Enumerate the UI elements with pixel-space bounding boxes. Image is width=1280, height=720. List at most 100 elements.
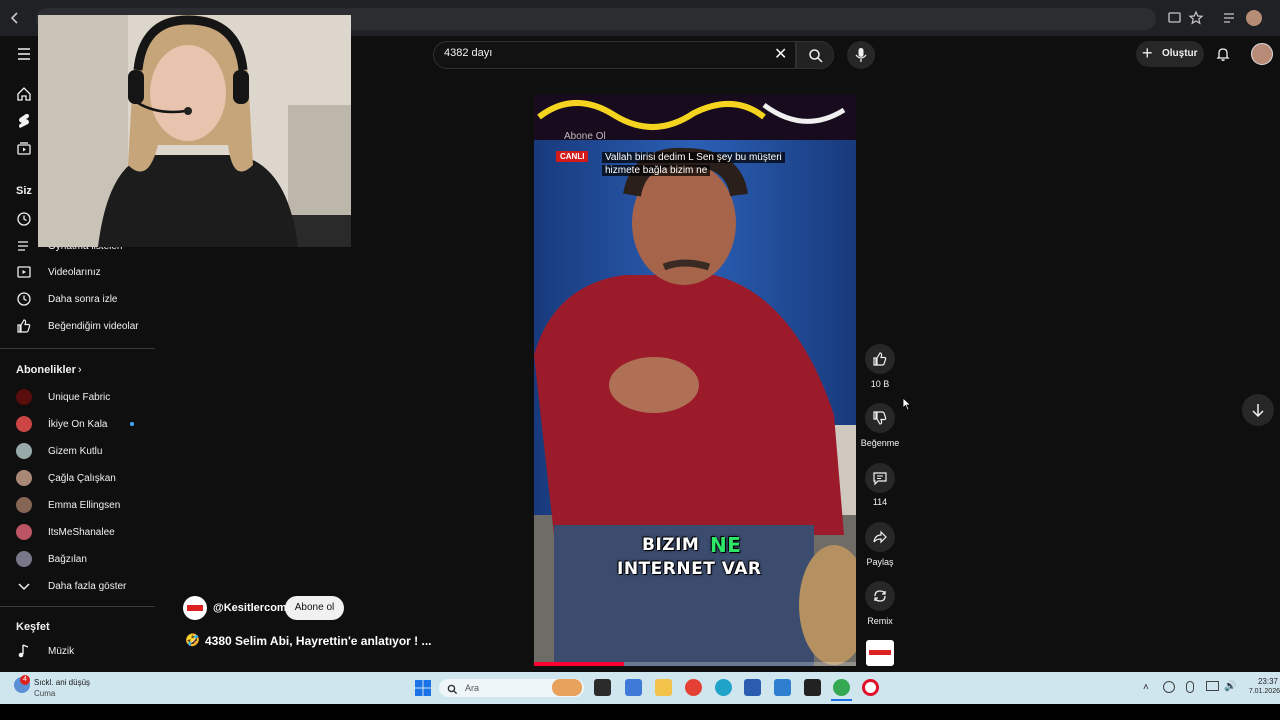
sidebar-item-watch-later[interactable]: Daha sonra izle [48,294,117,305]
active-app-indicator [831,699,852,701]
search-icon [447,682,458,700]
weather-badge: 4 [20,675,30,685]
avatar-emma-ellingsen [16,497,32,513]
chrome-icon[interactable] [685,679,702,696]
subscription-item[interactable]: ItsMeShanalee [48,527,115,538]
show-more-button[interactable]: Daha fazla göster [48,581,126,592]
comments-button[interactable] [865,463,895,493]
subscriptions-section-title[interactable]: Abonelikler [16,364,76,376]
live-tag: CANLI [556,151,589,162]
avatar-unique-fabric [16,389,32,405]
profile-avatar[interactable] [1246,10,1262,26]
volume-icon[interactable]: 🔊 [1224,681,1236,692]
video-title[interactable]: 4380 Selim Abi, Hayrettin'e anlatıyor ! … [205,634,432,648]
title-emoji: 🤣 [185,633,200,647]
music-icon[interactable] [16,643,32,664]
bookmark-star-icon[interactable] [1188,10,1204,26]
share-label: Paylaş [866,557,894,567]
weather-subtitle: Cuma [34,689,56,698]
comment-count: 114 [872,497,888,507]
close-icon[interactable]: ✕ [774,44,787,64]
microphone-tray-icon[interactable] [1186,681,1194,693]
store-icon[interactable] [744,679,761,696]
avatar-cagla-caliskan [16,470,32,486]
channel-name[interactable]: @Kesitlercom [213,602,287,614]
search-icon [809,49,823,63]
windows-start-icon[interactable] [415,680,431,701]
chevron-right-icon[interactable]: › [78,364,82,376]
opera-icon[interactable] [862,679,879,696]
dislike-button[interactable] [865,403,895,433]
weather-title[interactable]: Sıckl. ani düşüş [34,678,90,687]
search-query[interactable]: 4382 dayı [444,47,492,59]
history-icon[interactable] [16,211,32,232]
back-arrow-icon[interactable] [6,10,22,26]
remix-label: Remix [867,616,893,626]
avatar-bagzilan [16,551,32,567]
taskbar-search-placeholder: Ara [465,683,480,693]
subscription-item[interactable]: Bağzılan [48,554,87,565]
account-avatar[interactable] [1251,43,1273,65]
chrome-active-icon[interactable] [833,679,850,696]
subtitle-line-2: hizmete bağla bizim ne [602,165,711,176]
remix-button[interactable] [865,581,895,611]
progress-fill [534,662,625,666]
subscription-item[interactable]: Unique Fabric [48,392,110,403]
mail-icon[interactable] [774,679,791,696]
app-icon[interactable] [804,679,821,696]
widgets-icon[interactable] [625,679,642,696]
tray-icon[interactable] [1163,681,1175,693]
mic-icon [855,48,867,62]
like-count: 10 B [870,379,890,389]
your-videos-icon[interactable] [16,264,32,285]
task-view-icon[interactable] [594,679,611,696]
sidebar-item-music[interactable]: Müzik [48,646,74,657]
remix-icon [874,590,886,602]
liked-videos-icon[interactable] [16,318,32,339]
chevron-up-icon[interactable]: ˄ [1143,682,1149,693]
notifications-bell-icon[interactable] [1215,46,1231,67]
home-icon[interactable] [16,86,32,107]
caption-word-1: BIZIM [642,535,700,555]
clock-time[interactable]: 23:37 [1248,677,1278,686]
edge-icon[interactable] [715,679,732,696]
subscribe-button[interactable]: Abone ol [285,596,344,620]
caption-word-highlight: NE [710,533,742,557]
subscription-item[interactable]: Çağla Çalışkan [48,473,116,484]
shorts-icon[interactable] [16,113,32,134]
search-button[interactable] [796,41,834,69]
sidebar-item-liked-videos[interactable]: Beğendiğim videolar [48,321,139,332]
comment-icon [873,472,887,486]
caption-line-2: INTERNET VAR [617,559,762,579]
screen-bottom-bar [0,704,1280,720]
subscriptions-icon[interactable] [16,140,32,161]
file-explorer-icon[interactable] [655,679,672,696]
subscription-item[interactable]: Gizem Kutlu [48,446,102,457]
progress-track[interactable] [534,662,856,666]
share-icon [873,530,887,544]
watch-later-icon[interactable] [16,291,32,312]
avatar-itsmeshanalee [16,524,32,540]
shorts-video-player[interactable]: Abone Ol CANLI Vallah birisi dedim L Sen… [534,95,856,666]
subscription-item[interactable]: İkiye On Kala [48,419,107,430]
subscription-item[interactable]: Emma Ellingsen [48,500,120,511]
install-app-icon[interactable] [1167,10,1183,26]
sound-thumbnail[interactable] [866,640,894,666]
sidebar-item-your-videos[interactable]: Videolarınız [48,267,101,278]
network-icon[interactable] [1206,681,1219,691]
reading-list-icon[interactable] [1222,10,1238,26]
arrow-down-icon [1252,404,1264,418]
chevron-down-icon[interactable] [16,578,32,599]
clock-date[interactable]: 7.01.2026 [1240,688,1280,695]
like-button[interactable] [865,344,895,374]
playlists-icon[interactable] [16,238,32,259]
voice-search-button[interactable] [847,41,875,69]
subtitle-line-1: Vallah birisi dedim L Sen şey bu müşteri [602,152,785,163]
new-content-dot [130,422,134,426]
next-video-button[interactable] [1242,394,1274,426]
create-label: Oluştur [1162,48,1198,59]
share-button[interactable] [865,522,895,552]
menu-icon[interactable] [16,46,32,67]
channel-avatar[interactable] [183,596,207,620]
you-section-title[interactable]: Siz [16,185,32,197]
